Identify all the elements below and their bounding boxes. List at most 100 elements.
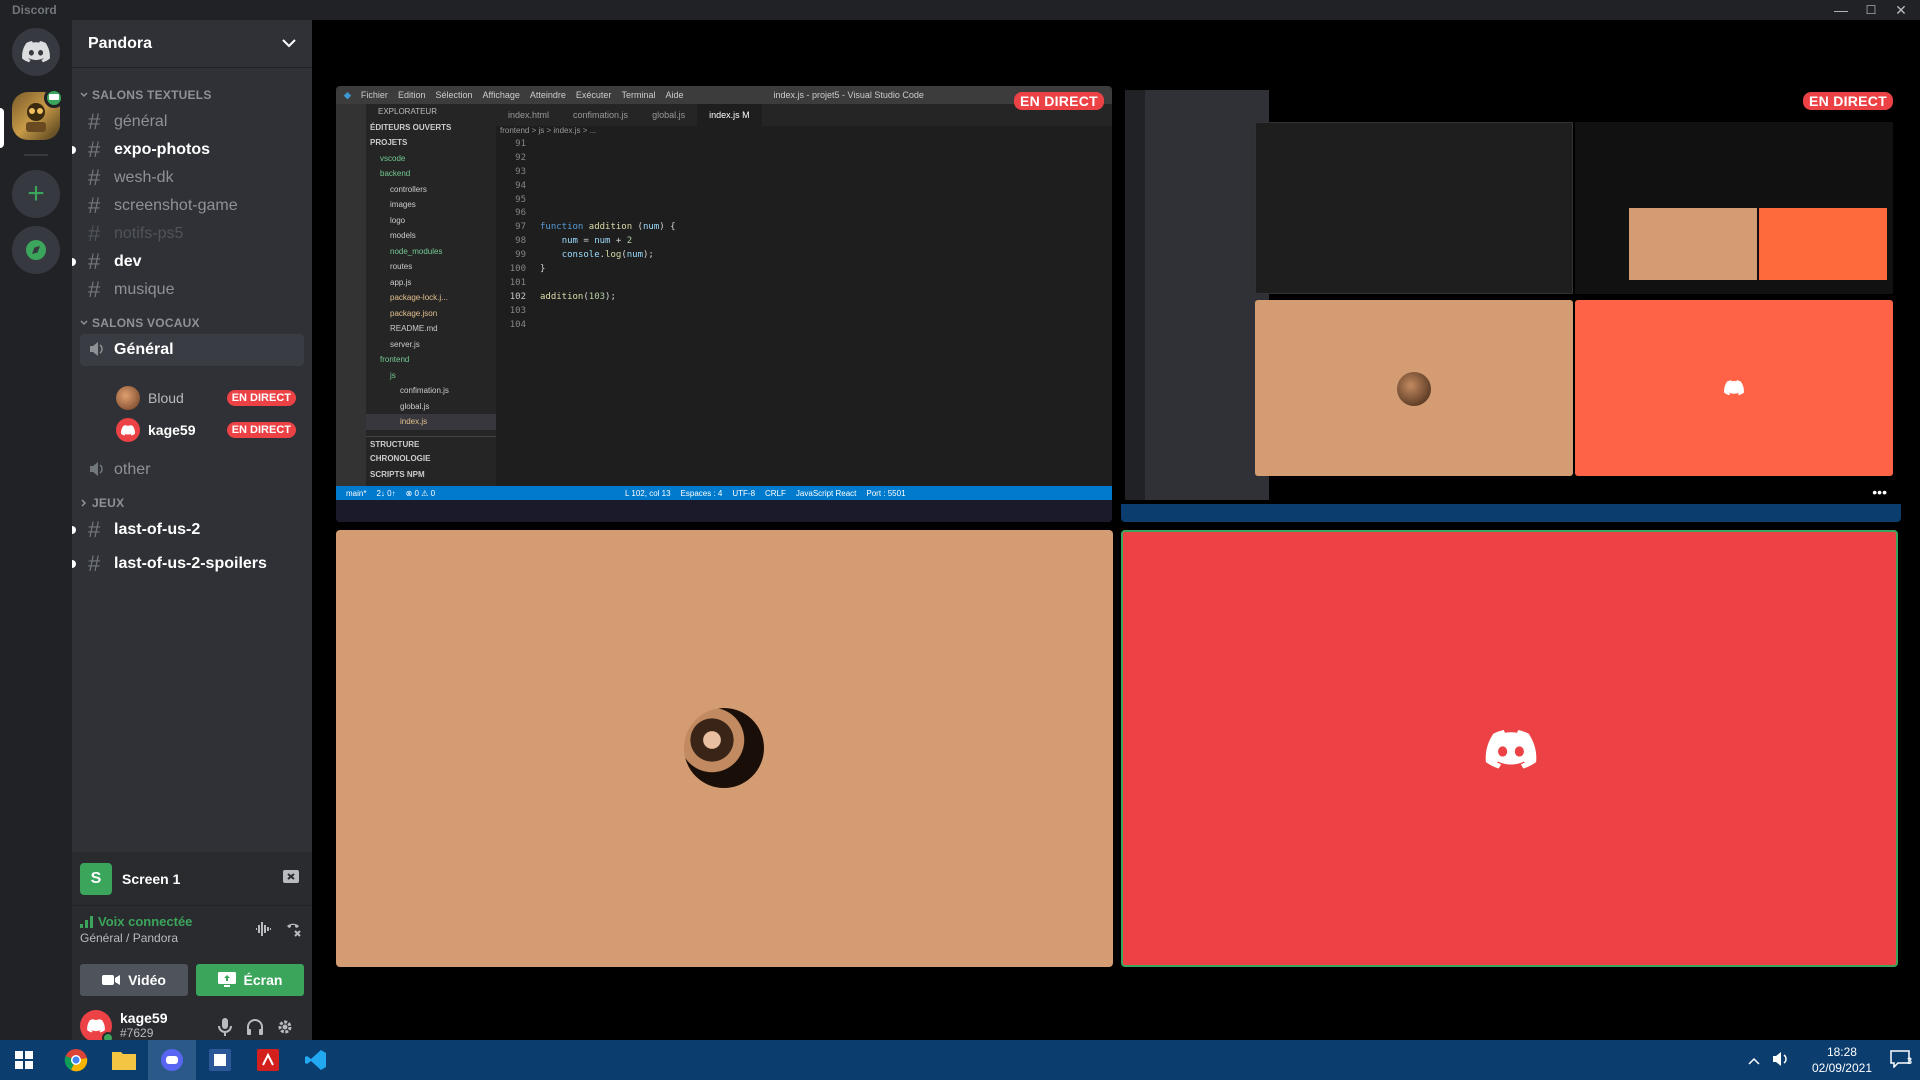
unread-indicator xyxy=(72,560,76,568)
chevron-down-icon xyxy=(80,320,88,326)
live-badge: EN DIRECT xyxy=(226,422,296,438)
hash-icon: # xyxy=(88,165,101,190)
screen-share-label: Screen 1 xyxy=(122,870,181,887)
nested-channel-sidebar xyxy=(1145,90,1269,500)
window-titlebar: Discord — ☐ ✕ xyxy=(0,0,1920,20)
headphones-icon[interactable] xyxy=(244,1016,266,1038)
voice-user-kage59[interactable]: kage59 EN DIRECT xyxy=(116,416,304,444)
line-numbers: 91 92 93 94 95 96 97 98 99 100 101 102 103 104 xyxy=(509,139,526,330)
desktop: { "window": {"title": "Discord"}, "color… xyxy=(0,0,1920,1080)
user-tag: #7629 xyxy=(120,1026,154,1040)
unread-indicator xyxy=(72,258,76,266)
hash-icon: # xyxy=(88,193,101,218)
live-badge: EN DIRECT xyxy=(226,390,296,406)
channel-last-of-us-2-spoilers[interactable]: # last-of-us-2-spoilers xyxy=(72,548,304,580)
selected-server-pill xyxy=(0,108,4,148)
speaker-icon xyxy=(88,337,114,363)
category-text-channels[interactable]: SALONS TEXTUELS xyxy=(80,88,212,102)
stream-tile-vscode[interactable]: ◆ Fichier Edition Sélection Affichage At… xyxy=(336,86,1112,522)
explore-servers-icon[interactable] xyxy=(12,226,60,274)
avatar[interactable] xyxy=(80,1010,114,1044)
hash-icon: # xyxy=(88,517,101,542)
voice-connected-icon xyxy=(44,88,64,108)
signal-icon xyxy=(80,915,93,928)
chevron-up-icon[interactable] xyxy=(1748,1052,1760,1070)
rail-separator xyxy=(24,154,48,156)
live-badge: EN DIRECT xyxy=(1014,92,1104,110)
stream-tile-nested-discord[interactable]: EN DIRECT ••• xyxy=(1121,86,1901,522)
category-voice-channels[interactable]: SALONS VOCAUX xyxy=(80,316,200,330)
screen-button[interactable]: Écran xyxy=(196,964,304,996)
chevron-right-icon xyxy=(81,499,87,507)
stop-stream-icon[interactable] xyxy=(282,868,300,891)
nested-avatar-tile xyxy=(1255,300,1573,476)
maximize-icon[interactable]: ☐ xyxy=(1856,0,1886,20)
vscode-explorer: EXPLORATEUR ÉDITEURS OUVERTS PROJETS vsc… xyxy=(366,104,496,486)
username: kage59 xyxy=(120,1010,168,1026)
discord-logo-icon xyxy=(1485,730,1537,769)
stream-taskbar xyxy=(336,500,1112,522)
nested-taskbar xyxy=(1121,504,1901,522)
server-rail: + xyxy=(0,20,72,1040)
server-header[interactable]: Pandora xyxy=(72,20,312,68)
channel-sidebar: Pandora SALONS TEXTUELS # général # expo-p… xyxy=(72,20,312,1052)
start-windows-icon[interactable] xyxy=(0,1040,48,1080)
voice-channel-general[interactable]: Général xyxy=(80,334,304,366)
screen-share-panel: S Screen 1 xyxy=(72,852,312,906)
category-games[interactable]: JEUX xyxy=(80,496,124,510)
word-icon[interactable] xyxy=(196,1040,244,1080)
acrobat-icon[interactable] xyxy=(244,1040,292,1080)
hash-icon: # xyxy=(88,109,101,134)
screen-share-icon: S xyxy=(80,862,112,895)
participant-tile-bloud[interactable] xyxy=(336,530,1113,967)
channel-musique[interactable]: # musique xyxy=(80,274,304,306)
discord-home-button[interactable] xyxy=(12,28,60,76)
minimize-icon[interactable]: — xyxy=(1826,0,1856,20)
hash-icon: # xyxy=(88,249,101,274)
server-name: Pandora xyxy=(88,34,153,52)
voice-channel-other[interactable]: other xyxy=(80,454,304,486)
vscode-statusbar: main* 2↓ 0↑ ⊗ 0 ⚠ 0 L 102, col 13 Espaces :… xyxy=(336,486,1112,500)
vscode-window-title: index.js - projet5 - Visual Studio Code xyxy=(773,90,924,100)
chevron-down-icon xyxy=(282,35,296,53)
volume-icon[interactable] xyxy=(1772,1051,1790,1072)
noise-suppression-icon[interactable] xyxy=(254,920,272,943)
more-options-icon[interactable]: ••• xyxy=(1872,484,1887,500)
system-clock[interactable]: 18:28 02/09/2021 xyxy=(1812,1044,1872,1076)
server-pandora-icon[interactable] xyxy=(12,88,64,140)
participant-tile-kage59[interactable] xyxy=(1121,530,1898,967)
disconnect-icon[interactable] xyxy=(284,920,302,943)
notifications-icon[interactable]: 3 xyxy=(1890,1050,1912,1068)
chevron-down-icon xyxy=(80,92,88,98)
speaker-icon xyxy=(88,457,114,483)
vscode-taskbar-icon[interactable] xyxy=(292,1040,340,1080)
settings-gear-icon[interactable] xyxy=(274,1016,296,1038)
add-server-icon[interactable]: + xyxy=(12,170,60,218)
hash-icon: # xyxy=(88,277,101,302)
window-title: Discord xyxy=(12,3,57,17)
vscode-activity-bar xyxy=(336,104,366,486)
video-button[interactable]: Vidéo xyxy=(80,964,188,996)
voice-user-bloud[interactable]: Bloud EN DIRECT xyxy=(116,384,304,412)
file-explorer-icon[interactable] xyxy=(100,1040,148,1080)
microphone-icon[interactable] xyxy=(214,1016,236,1038)
unread-indicator xyxy=(72,526,76,534)
discord-taskbar-icon[interactable] xyxy=(148,1040,196,1080)
voice-connection-panel: Voix connectée Général / Pandora Vidéo É… xyxy=(72,906,312,1000)
close-icon[interactable]: ✕ xyxy=(1886,0,1916,20)
hash-icon: # xyxy=(88,551,101,576)
avatar xyxy=(116,418,140,442)
discord-logo-icon xyxy=(22,41,50,63)
nested-stream-preview xyxy=(1575,122,1893,294)
chrome-icon[interactable] xyxy=(52,1040,100,1080)
windows-taskbar: 18:28 02/09/2021 3 xyxy=(0,1040,1920,1080)
hash-icon: # xyxy=(88,221,101,246)
camera-icon xyxy=(102,975,121,985)
nested-server-rail xyxy=(1125,90,1145,500)
screen-share-icon xyxy=(217,972,236,987)
nested-discord-tile xyxy=(1575,300,1893,476)
channel-last-of-us-2[interactable]: # last-of-us-2 xyxy=(72,514,304,546)
code-content: function addition (num) { num = num + 2 … xyxy=(540,222,676,302)
avatar xyxy=(684,708,764,788)
unread-indicator xyxy=(72,146,76,154)
